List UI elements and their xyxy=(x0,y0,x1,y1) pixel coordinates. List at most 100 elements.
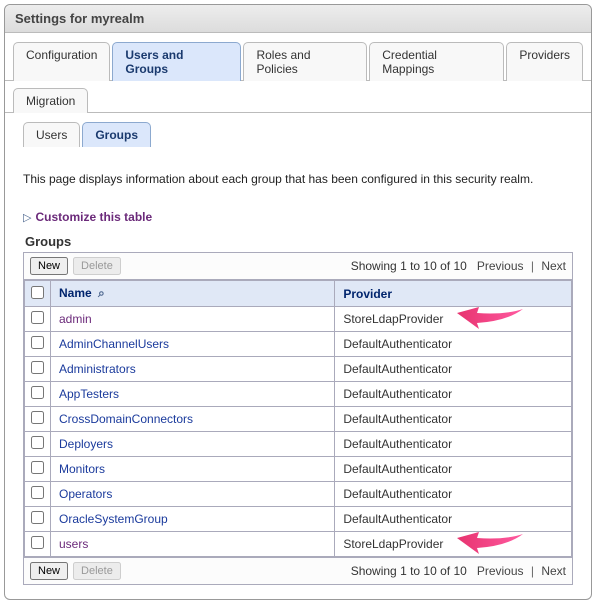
groups-table-container: New Delete Showing 1 to 10 of 10 Previou… xyxy=(23,252,573,585)
row-select-cell xyxy=(25,407,51,432)
select-all-header[interactable] xyxy=(25,281,51,307)
group-link[interactable]: OracleSystemGroup xyxy=(59,512,168,526)
group-link[interactable]: Monitors xyxy=(59,462,105,476)
table-row: AdminChannelUsers DefaultAuthenticator xyxy=(25,332,572,357)
table-row: Monitors DefaultAuthenticator xyxy=(25,457,572,482)
tabs-primary: ConfigurationUsers and GroupsRoles and P… xyxy=(5,33,591,81)
row-checkbox[interactable] xyxy=(31,486,44,499)
group-link[interactable]: AppTesters xyxy=(59,387,119,401)
cell-provider: DefaultAuthenticator xyxy=(335,482,572,507)
cell-provider: StoreLdapProvider xyxy=(335,307,572,332)
new-button[interactable]: New xyxy=(30,257,68,275)
cell-provider: DefaultAuthenticator xyxy=(335,407,572,432)
cell-provider: DefaultAuthenticator xyxy=(335,332,572,357)
table-row: Administrators DefaultAuthenticator xyxy=(25,357,572,382)
settings-panel: Settings for myrealm ConfigurationUsers … xyxy=(4,4,592,600)
tertiary-tab-groups[interactable]: Groups xyxy=(82,122,151,147)
showing-text: Showing 1 to 10 of 10 xyxy=(351,564,467,578)
row-checkbox[interactable] xyxy=(31,511,44,524)
annotation-arrow-icon xyxy=(455,528,527,560)
cell-name: CrossDomainConnectors xyxy=(51,407,335,432)
primary-tab-roles-and-policies[interactable]: Roles and Policies xyxy=(243,42,367,81)
customize-table[interactable]: ▷ Customize this table xyxy=(23,210,573,224)
cell-name: Operators xyxy=(51,482,335,507)
group-link[interactable]: Deployers xyxy=(59,437,113,451)
cell-provider: DefaultAuthenticator xyxy=(335,382,572,407)
table-row: OracleSystemGroup DefaultAuthenticator xyxy=(25,507,572,532)
row-select-cell xyxy=(25,332,51,357)
row-checkbox[interactable] xyxy=(31,461,44,474)
cell-name: AppTesters xyxy=(51,382,335,407)
row-select-cell xyxy=(25,457,51,482)
panel-title: Settings for myrealm xyxy=(5,5,591,33)
cell-provider: DefaultAuthenticator xyxy=(335,507,572,532)
group-link[interactable]: users xyxy=(59,537,88,551)
cell-name: OracleSystemGroup xyxy=(51,507,335,532)
sort-asc-icon: ⌕ xyxy=(98,286,105,301)
column-provider[interactable]: Provider xyxy=(335,281,572,307)
page-description: This page displays information about eac… xyxy=(23,172,573,186)
row-checkbox[interactable] xyxy=(31,336,44,349)
row-checkbox[interactable] xyxy=(31,361,44,374)
table-row: Deployers DefaultAuthenticator xyxy=(25,432,572,457)
prev-link[interactable]: Previous xyxy=(477,564,524,578)
toolbar-bottom: New Delete Showing 1 to 10 of 10 Previou… xyxy=(24,557,572,584)
primary-tab-credential-mappings[interactable]: Credential Mappings xyxy=(369,42,504,81)
cell-name: Monitors xyxy=(51,457,335,482)
row-checkbox[interactable] xyxy=(31,411,44,424)
table-row: Operators DefaultAuthenticator xyxy=(25,482,572,507)
delete-button[interactable]: Delete xyxy=(73,562,121,580)
customize-link[interactable]: Customize this table xyxy=(35,210,152,224)
row-select-cell xyxy=(25,307,51,332)
tertiary-tab-users[interactable]: Users xyxy=(23,122,80,147)
next-link[interactable]: Next xyxy=(541,259,566,273)
new-button[interactable]: New xyxy=(30,562,68,580)
select-all-checkbox[interactable] xyxy=(31,286,44,299)
cell-provider: DefaultAuthenticator xyxy=(335,432,572,457)
groups-table: Name ⌕ Provider adminStoreLdapProviderAd… xyxy=(24,280,572,557)
group-link[interactable]: admin xyxy=(59,312,92,326)
row-checkbox[interactable] xyxy=(31,536,44,549)
row-select-cell xyxy=(25,382,51,407)
row-select-cell xyxy=(25,532,51,557)
cell-provider: DefaultAuthenticator xyxy=(335,457,572,482)
cell-name: users xyxy=(51,532,335,557)
primary-tab-providers[interactable]: Providers xyxy=(506,42,583,81)
primary-tab-configuration[interactable]: Configuration xyxy=(13,42,110,81)
cell-provider: StoreLdapProvider xyxy=(335,532,572,557)
delete-button[interactable]: Delete xyxy=(73,257,121,275)
expand-icon: ▷ xyxy=(23,211,31,224)
pager-top: Showing 1 to 10 of 10 Previous | Next xyxy=(351,259,566,273)
table-row: AppTesters DefaultAuthenticator xyxy=(25,382,572,407)
row-checkbox[interactable] xyxy=(31,311,44,324)
table-title: Groups xyxy=(25,234,573,249)
tabs-secondary: Migration xyxy=(5,81,591,113)
annotation-arrow-icon xyxy=(455,303,527,335)
group-link[interactable]: AdminChannelUsers xyxy=(59,337,169,351)
row-select-cell xyxy=(25,357,51,382)
next-link[interactable]: Next xyxy=(541,564,566,578)
prev-link[interactable]: Previous xyxy=(477,259,524,273)
cell-provider: DefaultAuthenticator xyxy=(335,357,572,382)
cell-name: admin xyxy=(51,307,335,332)
tabs-tertiary: UsersGroups xyxy=(5,113,591,146)
pager-bottom: Showing 1 to 10 of 10 Previous | Next xyxy=(351,564,566,578)
cell-name: Deployers xyxy=(51,432,335,457)
group-link[interactable]: Operators xyxy=(59,487,112,501)
table-row: users StoreLdapProvider xyxy=(25,532,572,557)
group-link[interactable]: CrossDomainConnectors xyxy=(59,412,193,426)
row-select-cell xyxy=(25,482,51,507)
table-row: admin StoreLdapProvider xyxy=(25,307,572,332)
row-select-cell xyxy=(25,507,51,532)
secondary-tab-migration[interactable]: Migration xyxy=(13,88,88,113)
column-name[interactable]: Name ⌕ xyxy=(51,281,335,307)
group-link[interactable]: Administrators xyxy=(59,362,136,376)
cell-name: AdminChannelUsers xyxy=(51,332,335,357)
row-checkbox[interactable] xyxy=(31,386,44,399)
row-checkbox[interactable] xyxy=(31,436,44,449)
cell-name: Administrators xyxy=(51,357,335,382)
row-select-cell xyxy=(25,432,51,457)
body-area: This page displays information about eac… xyxy=(5,146,591,599)
primary-tab-users-and-groups[interactable]: Users and Groups xyxy=(112,42,241,81)
showing-text: Showing 1 to 10 of 10 xyxy=(351,259,467,273)
